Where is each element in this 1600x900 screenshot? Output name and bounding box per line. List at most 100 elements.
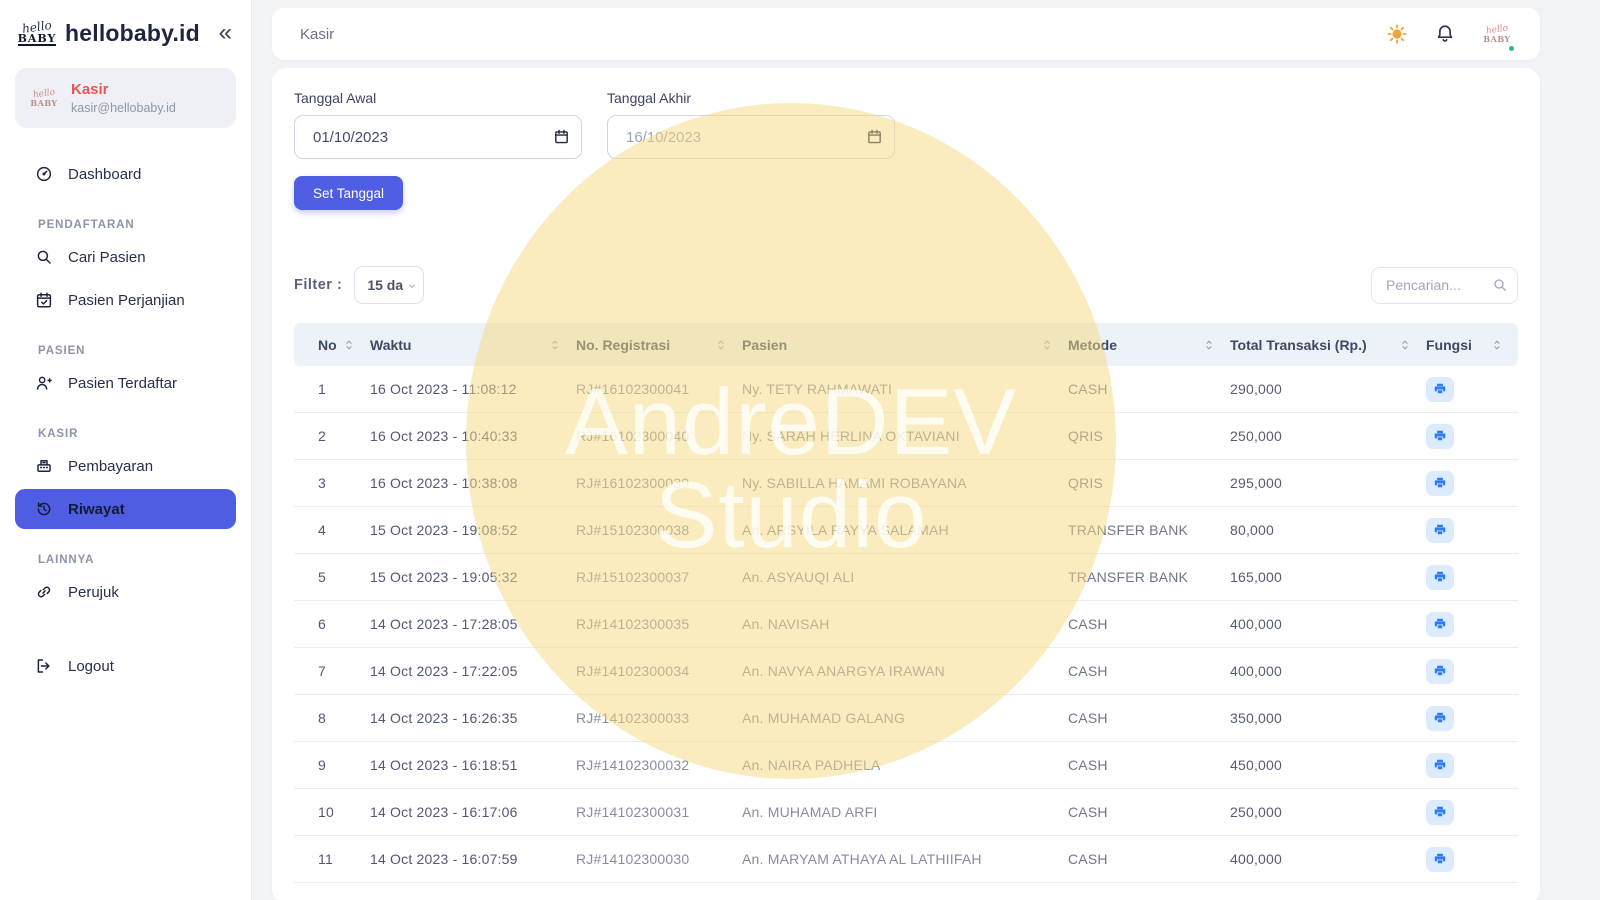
set-tanggal-button[interactable]: Set Tanggal: [294, 176, 403, 210]
table-row: 9 14 Oct 2023 - 16:18:51 RJ#14102300032 …: [294, 742, 1518, 789]
cell-metode: TRANSFER BANK: [1068, 569, 1230, 585]
cell-pasien: Ny. TETY RAHMAWATI: [742, 381, 1068, 397]
print-button[interactable]: [1426, 800, 1454, 825]
print-button[interactable]: [1426, 706, 1454, 731]
column-header-no[interactable]: No: [294, 337, 370, 353]
column-header-total[interactable]: Total Transaksi (Rp.): [1230, 337, 1426, 353]
cell-no: 2: [294, 428, 370, 444]
calendar-icon[interactable]: [553, 128, 570, 145]
cell-pasien: An. NAIRA PADHELA: [742, 757, 1068, 773]
cell-no: 6: [294, 616, 370, 632]
sidebar-item-cari-pasien[interactable]: Cari Pasien: [15, 237, 236, 277]
cell-no: 7: [294, 663, 370, 679]
table-row: 2 16 Oct 2023 - 10:40:33 RJ#16102300040 …: [294, 413, 1518, 460]
cell-metode: CASH: [1068, 710, 1230, 726]
cell-total: 165,000: [1230, 569, 1426, 585]
cell-metode: CASH: [1068, 381, 1230, 397]
table-row: 5 15 Oct 2023 - 19:05:32 RJ#15102300037 …: [294, 554, 1518, 601]
cell-pasien: An. MUHAMAD GALANG: [742, 710, 1068, 726]
print-button[interactable]: [1426, 659, 1454, 684]
cell-no: 3: [294, 475, 370, 491]
sort-icon[interactable]: [714, 338, 728, 352]
cell-registrasi: RJ#14102300034: [576, 663, 742, 679]
cell-no: 9: [294, 757, 370, 773]
column-header-metode[interactable]: Metode: [1068, 337, 1230, 353]
table-row: 8 14 Oct 2023 - 16:26:35 RJ#14102300033 …: [294, 695, 1518, 742]
logout-icon: [35, 657, 53, 675]
cell-total: 400,000: [1230, 851, 1426, 867]
cell-metode: CASH: [1068, 757, 1230, 773]
sort-icon[interactable]: [548, 338, 562, 352]
print-button[interactable]: [1426, 471, 1454, 496]
theme-toggle-button[interactable]: [1386, 23, 1408, 45]
sidebar-item-dashboard[interactable]: Dashboard: [15, 154, 236, 194]
cell-waktu: 16 Oct 2023 - 10:40:33: [370, 428, 576, 444]
cell-pasien: An. NAVYA ANARGYA IRAWAN: [742, 663, 1068, 679]
printer-icon: [1433, 476, 1447, 490]
table-header-row: No Waktu No. Registrasi Pasien Metode To…: [294, 323, 1518, 366]
sidebar-item-pembayaran[interactable]: Pembayaran: [15, 446, 236, 486]
print-button[interactable]: [1426, 377, 1454, 402]
cell-no: 5: [294, 569, 370, 585]
table-row: 3 16 Oct 2023 - 10:38:08 RJ#16102300039 …: [294, 460, 1518, 507]
print-button[interactable]: [1426, 847, 1454, 872]
notifications-button[interactable]: [1434, 23, 1456, 45]
column-header-fungsi[interactable]: Fungsi: [1426, 337, 1518, 353]
dashboard-icon: [35, 165, 53, 183]
user-menu-button[interactable]: hello BABY: [1482, 19, 1512, 49]
cell-waktu: 14 Oct 2023 - 17:22:05: [370, 663, 576, 679]
sort-icon[interactable]: [1040, 338, 1054, 352]
sort-icon[interactable]: [342, 338, 356, 352]
cell-waktu: 15 Oct 2023 - 19:05:32: [370, 569, 576, 585]
cell-registrasi: RJ#14102300033: [576, 710, 742, 726]
cell-waktu: 14 Oct 2023 - 16:17:06: [370, 804, 576, 820]
brand: hello BABY hellobaby.id «: [15, 10, 236, 54]
tanggal-akhir-input[interactable]: [607, 115, 895, 159]
column-header-waktu[interactable]: Waktu: [370, 337, 576, 353]
printer-icon: [1433, 664, 1447, 678]
table-body: 1 16 Oct 2023 - 11:08:12 RJ#16102300041 …: [294, 366, 1518, 883]
page-title: Kasir: [300, 26, 334, 43]
online-status-dot: [1507, 44, 1516, 53]
print-button[interactable]: [1426, 753, 1454, 778]
cash-register-icon: [35, 457, 53, 475]
registered-patient-icon: [35, 374, 53, 392]
calendar-icon[interactable]: [866, 128, 883, 145]
print-button[interactable]: [1426, 565, 1454, 590]
sort-icon[interactable]: [1202, 338, 1216, 352]
sort-icon[interactable]: [1490, 338, 1504, 352]
table-row: 10 14 Oct 2023 - 16:17:06 RJ#14102300031…: [294, 789, 1518, 836]
column-header-registrasi[interactable]: No. Registrasi: [576, 337, 742, 353]
avatar: hello BABY: [29, 83, 59, 113]
sort-icon[interactable]: [1398, 338, 1412, 352]
printer-icon: [1433, 617, 1447, 631]
topbar: Kasir hello BABY: [272, 8, 1540, 60]
column-header-pasien[interactable]: Pasien: [742, 337, 1068, 353]
print-button[interactable]: [1426, 424, 1454, 449]
profile-card[interactable]: hello BABY Kasir kasir@hellobaby.id: [15, 68, 236, 128]
sidebar-item-pasien-terdaftar[interactable]: Pasien Terdaftar: [15, 363, 236, 403]
sidebar-item-pasien-perjanjian[interactable]: Pasien Perjanjian: [15, 280, 236, 320]
sidebar-item-logout[interactable]: Logout: [15, 646, 236, 686]
cell-total: 250,000: [1230, 804, 1426, 820]
cell-metode: CASH: [1068, 804, 1230, 820]
cell-metode: CASH: [1068, 616, 1230, 632]
sidebar-collapse-icon[interactable]: «: [217, 21, 234, 45]
profile-name: Kasir: [71, 81, 176, 98]
tanggal-awal-input[interactable]: [294, 115, 582, 159]
page-size-select[interactable]: 15 da: [354, 266, 424, 304]
page-size-value: 15 da: [367, 277, 403, 293]
cell-metode: QRIS: [1068, 428, 1230, 444]
print-button[interactable]: [1426, 612, 1454, 637]
cell-no: 4: [294, 522, 370, 538]
sidebar-item-riwayat[interactable]: Riwayat: [15, 489, 236, 529]
printer-icon: [1433, 570, 1447, 584]
cell-registrasi: RJ#15102300038: [576, 522, 742, 538]
cell-total: 400,000: [1230, 663, 1426, 679]
cell-waktu: 15 Oct 2023 - 19:08:52: [370, 522, 576, 538]
cell-pasien: An. ARSYILA RAYYA SALAMAH: [742, 522, 1068, 538]
cell-total: 295,000: [1230, 475, 1426, 491]
print-button[interactable]: [1426, 518, 1454, 543]
sidebar-item-perujuk[interactable]: Perujuk: [15, 572, 236, 612]
cell-metode: CASH: [1068, 851, 1230, 867]
